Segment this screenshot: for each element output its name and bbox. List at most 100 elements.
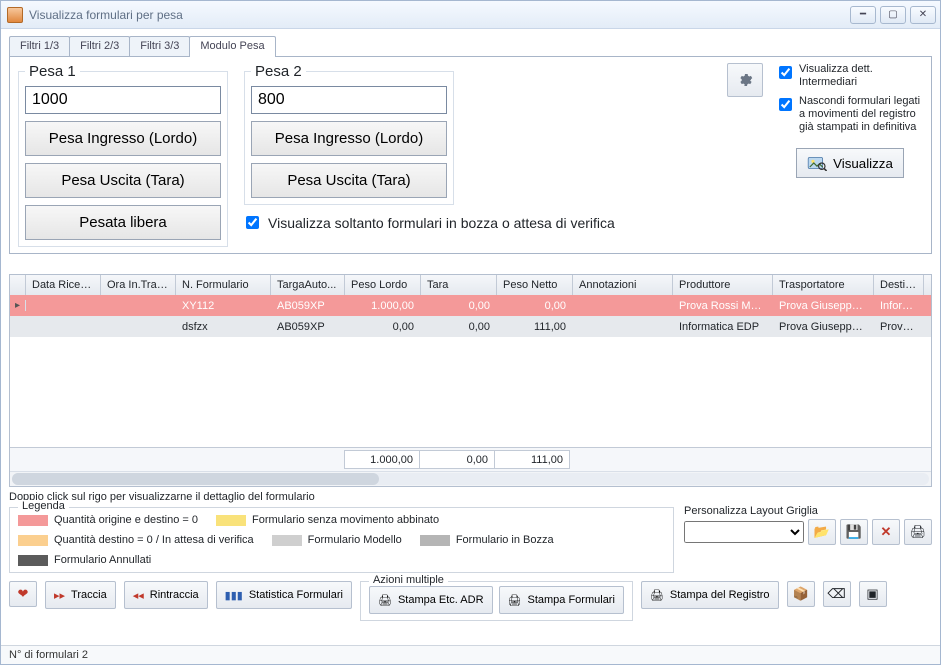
pesa2-group: Pesa 2 Pesa Ingresso (Lordo) Pesa Uscita… [244, 63, 454, 205]
col-annot[interactable]: Annotazioni [573, 275, 673, 295]
table-row[interactable]: ▸ XY112 AB059XP 1.000,00 0,00 0,00 Prova… [10, 295, 931, 316]
magnifier-photo-icon [807, 155, 827, 171]
col-plordo[interactable]: Peso Lordo [345, 275, 421, 295]
app-icon [7, 7, 23, 23]
grid-body: ▸ XY112 AB059XP 1.000,00 0,00 0,00 Prova… [10, 295, 931, 447]
legend-item: Quantità origine e destino = 0 [18, 514, 198, 526]
cell: AB059XP [271, 300, 345, 312]
visualizza-button[interactable]: Visualizza [796, 148, 904, 178]
diskette-icon: ▣ [866, 586, 878, 602]
legend-swatch [272, 535, 302, 546]
legend-swatch [420, 535, 450, 546]
box-tool-button[interactable]: 📦 [787, 581, 815, 607]
legend-text: Quantità destino = 0 / In attesa di veri… [54, 534, 254, 546]
legend-box: Legenda Quantità origine e destino = 0Fo… [9, 507, 674, 573]
status-text: N° di formulari 2 [9, 649, 88, 661]
barchart-icon: ▮▮▮ [225, 589, 243, 602]
pesata-libera-button[interactable]: Pesata libera [25, 205, 221, 240]
tabs: Filtri 1/3 Filtri 2/3 Filtri 3/3 Modulo … [9, 35, 932, 56]
tab-modulo-pesa[interactable]: Modulo Pesa [189, 36, 275, 57]
stampa-registro-button[interactable]: 🖨 Stampa del Registro [641, 581, 779, 609]
cell: XY112 [176, 300, 271, 312]
stampa-adr-button[interactable]: 🖨 Stampa Etc. ADR [369, 586, 493, 614]
col-nform[interactable]: N. Formulario [176, 275, 271, 295]
layout-open-button[interactable]: 📂 [808, 519, 836, 545]
minimize-button[interactable]: ━ [850, 6, 876, 24]
col-dest[interactable]: Destinat [874, 275, 924, 295]
col-tara[interactable]: Tara [421, 275, 497, 295]
traccia-button[interactable]: ▸▸ Traccia [45, 581, 116, 609]
cell: Informat [874, 300, 924, 312]
cell: Informatica EDP [673, 321, 773, 333]
grid-footer: 1.000,00 0,00 111,00 [10, 447, 931, 471]
vis-dett-checkbox[interactable] [779, 66, 792, 79]
save-disk-button[interactable]: ▣ [859, 581, 887, 607]
grid-header: Data Ricezi... Ora In.Trasp. N. Formular… [10, 275, 931, 295]
col-prod[interactable]: Produttore [673, 275, 773, 295]
pesa2-uscita-button[interactable]: Pesa Uscita (Tara) [251, 163, 447, 198]
bozza-checkbox-label[interactable]: Visualizza soltanto formulari in bozza o… [242, 213, 615, 232]
cell: 0,00 [421, 300, 497, 312]
traccia-label: Traccia [71, 589, 107, 601]
layout-select[interactable] [684, 521, 804, 543]
col-pnetto[interactable]: Peso Netto [497, 275, 573, 295]
cell: 0,00 [345, 321, 421, 333]
azioni-title: Azioni multiple [369, 574, 448, 586]
stampa-adr-label: Stampa Etc. ADR [398, 594, 484, 606]
hint-text: Doppio click sul rigo per visualizzarne … [9, 491, 932, 503]
favorite-button[interactable]: ❤ [9, 581, 37, 607]
printer-icon: 🖨 [508, 594, 522, 607]
track-left-icon: ◂◂ [133, 589, 144, 602]
rintraccia-button[interactable]: ◂◂ Rintraccia [124, 581, 208, 609]
pesa1-group: Pesa 1 Pesa Ingresso (Lordo) Pesa Uscita… [18, 63, 228, 247]
gear-icon [737, 72, 753, 88]
status-bar: N° di formulari 2 [1, 645, 940, 664]
col-trasp[interactable]: Trasportatore [773, 275, 874, 295]
cell: dsfzx [176, 321, 271, 333]
folder-icon: 📂 [814, 524, 830, 540]
col-targa[interactable]: TargaAuto... [271, 275, 345, 295]
stampa-formulari-button[interactable]: 🖨 Stampa Formulari [499, 586, 624, 614]
legend-title: Legenda [18, 500, 69, 512]
tab-filtri-1[interactable]: Filtri 1/3 [9, 36, 70, 56]
row-indicator-icon: ▸ [10, 300, 26, 311]
cell: AB059XP [271, 321, 345, 333]
pesa1-uscita-button[interactable]: Pesa Uscita (Tara) [25, 163, 221, 198]
legend-swatch [216, 515, 246, 526]
cube-icon: 📦 [792, 586, 808, 602]
printer-icon: 🖨 [378, 594, 392, 607]
eraser-icon: ⌫ [827, 586, 845, 602]
horizontal-scrollbar[interactable] [10, 471, 931, 486]
nascondi-label[interactable]: Nascondi formulari legati a movimenti de… [775, 95, 925, 134]
vis-dett-label[interactable]: Visualizza dett. Intermediari [775, 63, 925, 89]
layout-print-button[interactable]: 🖨 [904, 519, 932, 545]
grid: Data Ricezi... Ora In.Trasp. N. Formular… [9, 274, 932, 487]
bozza-checkbox[interactable] [246, 216, 259, 229]
cell: 111,00 [497, 321, 573, 333]
close-button[interactable]: ✕ [910, 6, 936, 24]
layout-label: Personalizza Layout Griglia [684, 505, 932, 517]
client-area: Filtri 1/3 Filtri 2/3 Filtri 3/3 Modulo … [1, 29, 940, 645]
pesa1-value[interactable] [25, 86, 221, 114]
pesa2-ingresso-button[interactable]: Pesa Ingresso (Lordo) [251, 121, 447, 156]
cell: 1.000,00 [345, 300, 421, 312]
pesa2-value[interactable] [251, 86, 447, 114]
pesa1-ingresso-button[interactable]: Pesa Ingresso (Lordo) [25, 121, 221, 156]
heart-icon: ❤ [18, 586, 29, 602]
cell: Prova Gi [874, 321, 924, 333]
tab-filtri-2[interactable]: Filtri 2/3 [69, 36, 130, 56]
legend-item: Formulario in Bozza [420, 534, 554, 546]
tab-filtri-3[interactable]: Filtri 3/3 [129, 36, 190, 56]
maximize-button[interactable]: ▢ [880, 6, 906, 24]
legend-item: Quantità destino = 0 / In attesa di veri… [18, 534, 254, 546]
statistica-button[interactable]: ▮▮▮ Statistica Formulari [216, 581, 352, 609]
rintraccia-label: Rintraccia [150, 589, 199, 601]
table-row[interactable]: dsfzx AB059XP 0,00 0,00 111,00 Informati… [10, 316, 931, 337]
col-data[interactable]: Data Ricezi... [26, 275, 101, 295]
nascondi-checkbox[interactable] [779, 98, 792, 111]
layout-save-button[interactable]: 💾 [840, 519, 868, 545]
layout-delete-button[interactable]: ✕ [872, 519, 900, 545]
erase-button[interactable]: ⌫ [823, 581, 851, 607]
settings-button[interactable] [727, 63, 763, 97]
col-ora[interactable]: Ora In.Trasp. [101, 275, 176, 295]
